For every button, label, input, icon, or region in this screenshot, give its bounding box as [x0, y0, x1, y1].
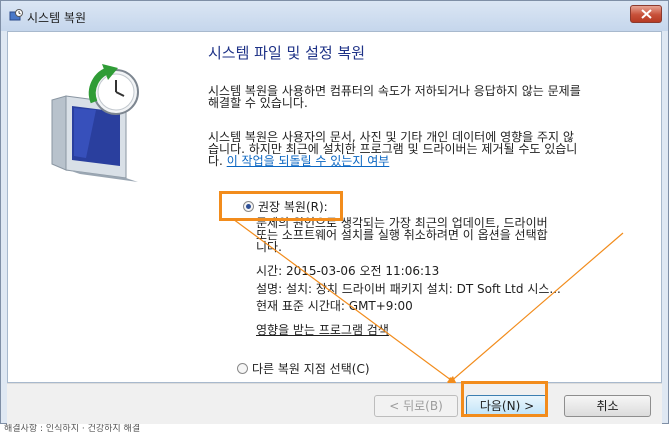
background-window-text: 해결사항 : 인식하지 · 건강하지 해결 — [0, 424, 671, 435]
guide-arrows — [232, 218, 624, 386]
back-button[interactable]: < 뒤로(B) — [374, 395, 458, 417]
system-restore-window: 시스템 복원 시스템 파일 및 설정 복원 시스템 복원을 사용하면 컴퓨터의 … — [0, 0, 669, 424]
guide-arrow-line-2 — [448, 232, 624, 384]
cancel-button[interactable]: 취소 — [564, 395, 651, 417]
button-bar: < 뒤로(B) 다음(N) > 취소 — [7, 383, 662, 424]
highlight-box-next — [461, 381, 548, 417]
guide-arrow-line — [232, 218, 456, 384]
